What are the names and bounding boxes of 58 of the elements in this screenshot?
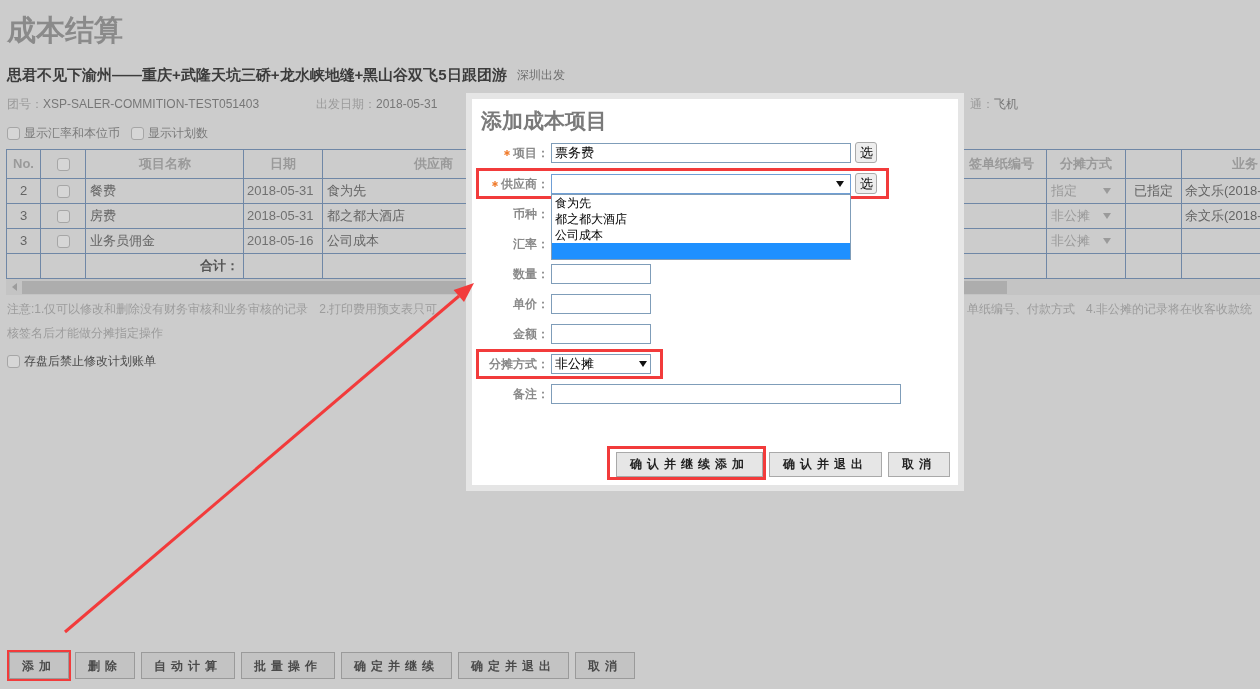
- dropdown-field[interactable]: [551, 173, 851, 194]
- input-field[interactable]: [551, 294, 651, 314]
- scroll-left-icon[interactable]: [12, 283, 17, 291]
- page-title: 成本结算: [7, 13, 123, 47]
- caret-icon: [1103, 238, 1111, 244]
- info-value: 2018-05-31: [376, 96, 438, 113]
- caret-icon: [836, 180, 844, 187]
- toolbar-button[interactable]: 确定并退出: [458, 652, 569, 679]
- info-value: XSP-SALER-COMMITION-TEST051403: [43, 96, 260, 113]
- table-cell: 2018-05-31: [243, 178, 323, 204]
- dialog-button[interactable]: 确认并继续添加: [616, 451, 763, 477]
- field-label: 备注：: [513, 386, 549, 403]
- checkbox[interactable]: [56, 234, 70, 248]
- caret-icon: [1103, 188, 1111, 194]
- picker-button[interactable]: 选: [855, 142, 877, 163]
- table-cell: 3: [6, 203, 41, 229]
- status-link[interactable]: 已指定: [1125, 178, 1182, 204]
- input-field[interactable]: [551, 324, 651, 344]
- table-cell: 业务员佣金: [85, 228, 244, 254]
- table-cell: 房费: [85, 203, 244, 229]
- departure-city: 深圳出发: [516, 67, 565, 84]
- checkbox-label: 显示计划数: [148, 125, 208, 142]
- checkbox[interactable]: [56, 184, 70, 198]
- dropdown-field[interactable]: 非公摊: [551, 354, 651, 374]
- table-cell: 2: [6, 178, 41, 204]
- dialog-button[interactable]: 取消: [888, 451, 950, 477]
- field-label: 单价：: [513, 296, 549, 313]
- table-cell: 餐费: [85, 178, 244, 204]
- table-cell: 2018-05-16: [243, 228, 323, 254]
- checkbox[interactable]: [131, 126, 144, 140]
- info-value: 飞机: [994, 96, 1018, 113]
- input-field[interactable]: [551, 264, 651, 284]
- field-label: 数量：: [513, 266, 549, 283]
- table-cell: 2018-05-31: [243, 203, 323, 229]
- checkbox[interactable]: [56, 209, 70, 223]
- toolbar-button[interactable]: 添加: [9, 652, 69, 679]
- input-field[interactable]: [551, 384, 901, 404]
- checkbox[interactable]: [7, 354, 20, 368]
- tour-title: 思君不见下渝州——重庆+武隆天坑三硚+龙水峡地缝+黑山谷双飞5日跟团游: [7, 64, 507, 85]
- total-label: 合计：: [85, 253, 244, 279]
- input-field[interactable]: 票务费: [551, 142, 851, 163]
- toolbar-button[interactable]: 删除: [75, 652, 135, 679]
- toolbar-button[interactable]: 确定并继续: [341, 652, 452, 679]
- checkbox-label: 显示汇率和本位币: [24, 125, 120, 142]
- dialog-title: 添加成本项目: [481, 108, 607, 134]
- caret-icon: [1103, 213, 1111, 219]
- checkbox[interactable]: [56, 157, 70, 171]
- picker-button[interactable]: 选: [855, 173, 877, 194]
- field-label: 金额：: [513, 326, 549, 343]
- dialog-button[interactable]: 确认并退出: [769, 451, 882, 477]
- toolbar-button[interactable]: 批量操作: [241, 652, 335, 679]
- toolbar-button[interactable]: 取消: [575, 652, 635, 679]
- caret-icon: [639, 361, 647, 367]
- checkbox-label: 存盘后禁止修改计划账单: [24, 353, 156, 370]
- checkbox[interactable]: [7, 126, 20, 140]
- table-cell: 3: [6, 228, 41, 254]
- toolbar-button[interactable]: 自动计算: [141, 652, 235, 679]
- field-label: 分摊方式：: [489, 356, 549, 373]
